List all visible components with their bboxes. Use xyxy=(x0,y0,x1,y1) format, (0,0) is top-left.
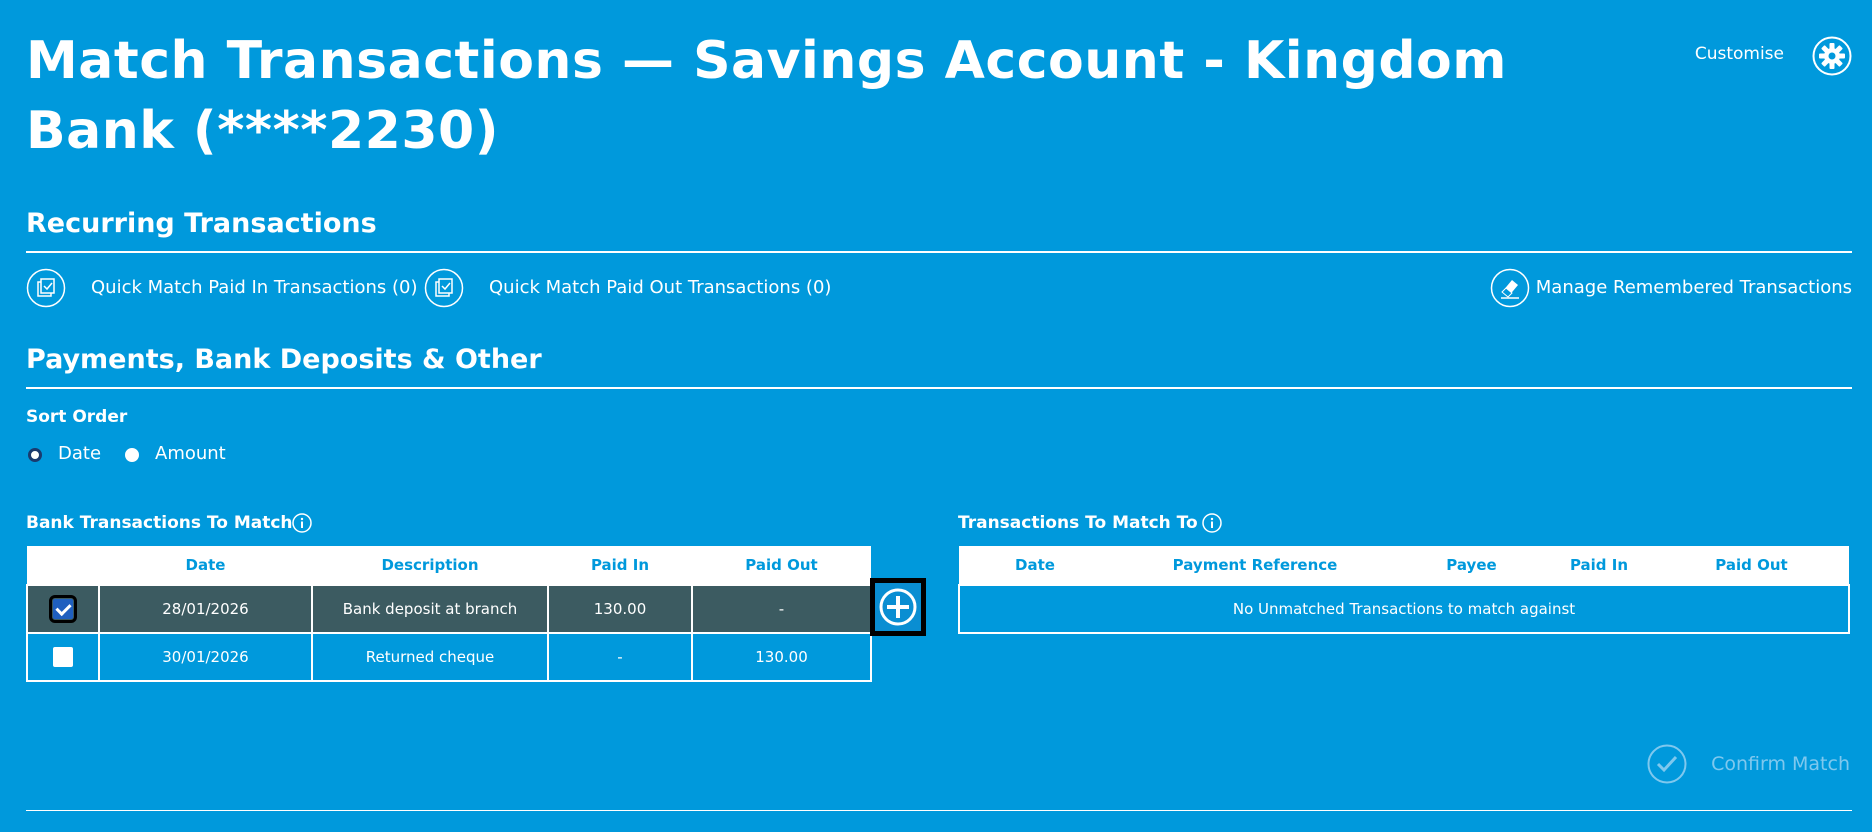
date-cell: 30/01/2026 xyxy=(98,632,313,682)
column-header-paid-out[interactable]: Paid Out xyxy=(692,546,871,585)
paid-out-cell: 130.00 xyxy=(691,632,872,682)
quick-match-paid-in-icon[interactable] xyxy=(26,268,66,308)
match-transactions-table: Date Payment Reference Payee Paid In Pai… xyxy=(958,546,1850,634)
add-match-button[interactable] xyxy=(870,578,926,636)
gear-icon[interactable] xyxy=(1812,36,1852,76)
column-header-paid-in[interactable]: Paid In xyxy=(548,546,692,585)
description-cell: Bank deposit at branch xyxy=(311,584,549,634)
quick-match-paid-out-icon[interactable] xyxy=(424,268,464,308)
table-row[interactable]: 28/01/2026 Bank deposit at branch 130.00… xyxy=(26,584,872,634)
bank-transactions-table: Date Description Paid In Paid Out 28/01/… xyxy=(26,546,872,682)
column-header-date[interactable]: Date xyxy=(99,546,312,585)
row-checkbox[interactable] xyxy=(53,647,73,667)
section-divider xyxy=(26,251,1852,253)
confirm-match-label: Confirm Match xyxy=(1711,753,1850,775)
info-icon[interactable] xyxy=(1202,513,1222,533)
quick-match-paid-in-link[interactable]: Quick Match Paid In Transactions (0) xyxy=(91,277,418,298)
column-header-payee[interactable]: Payee xyxy=(1399,546,1544,585)
recurring-section-title: Recurring Transactions xyxy=(26,208,377,239)
info-icon[interactable] xyxy=(292,513,312,533)
empty-message: No Unmatched Transactions to match again… xyxy=(958,584,1850,634)
customise-link[interactable]: Customise xyxy=(1695,44,1784,64)
column-header-payment-reference[interactable]: Payment Reference xyxy=(1111,546,1399,585)
paid-out-cell: - xyxy=(691,584,872,634)
sort-date-label[interactable]: Date xyxy=(58,443,101,464)
table-row[interactable]: 30/01/2026 Returned cheque - 130.00 xyxy=(26,632,872,682)
quick-match-paid-out-link[interactable]: Quick Match Paid Out Transactions (0) xyxy=(489,277,831,298)
match-table-title: Transactions To Match To xyxy=(958,513,1198,533)
column-header xyxy=(27,546,99,585)
payments-section-title: Payments, Bank Deposits & Other xyxy=(26,344,542,375)
sort-amount-radio[interactable] xyxy=(125,448,139,462)
column-header-paid-in[interactable]: Paid In xyxy=(1544,546,1654,585)
eraser-icon[interactable] xyxy=(1490,268,1530,308)
paid-in-cell: - xyxy=(547,632,693,682)
empty-row: No Unmatched Transactions to match again… xyxy=(958,584,1850,634)
check-circle-icon xyxy=(1647,744,1687,784)
manage-remembered-link[interactable]: Manage Remembered Transactions xyxy=(1536,277,1852,298)
footer-divider xyxy=(26,810,1852,811)
sort-order-label: Sort Order xyxy=(26,407,128,427)
description-cell: Returned cheque xyxy=(311,632,549,682)
section-divider xyxy=(26,387,1852,389)
date-cell: 28/01/2026 xyxy=(98,584,313,634)
row-select-cell xyxy=(26,584,100,634)
column-header-date[interactable]: Date xyxy=(959,546,1111,585)
column-header-paid-out[interactable]: Paid Out xyxy=(1654,546,1849,585)
row-checkbox[interactable] xyxy=(49,595,77,623)
sort-date-radio[interactable] xyxy=(28,448,42,462)
bank-table-title: Bank Transactions To Match xyxy=(26,513,293,533)
row-select-cell xyxy=(26,632,100,682)
confirm-match-button[interactable]: Confirm Match xyxy=(1647,744,1850,784)
column-header-description[interactable]: Description xyxy=(312,546,548,585)
sort-amount-label[interactable]: Amount xyxy=(155,443,226,464)
page-title: Match Transactions — Savings Account - K… xyxy=(26,31,1507,161)
plus-circle-icon xyxy=(879,588,917,626)
paid-in-cell: 130.00 xyxy=(547,584,693,634)
